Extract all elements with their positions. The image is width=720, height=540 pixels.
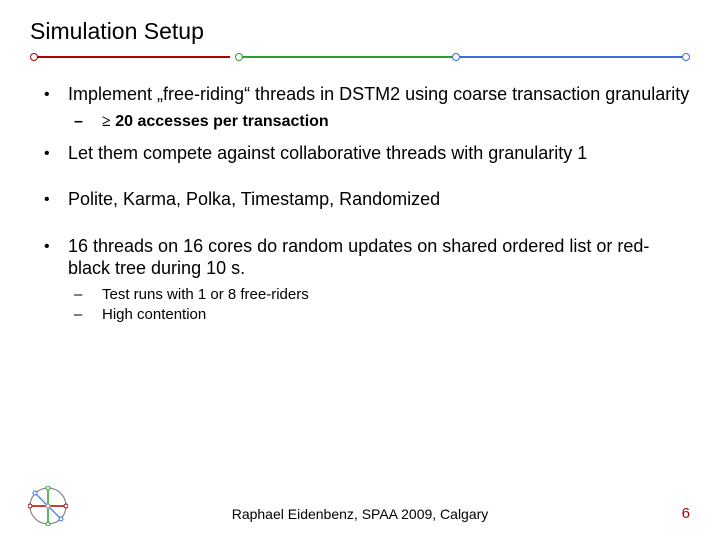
content: • Implement „free-riding“ threads in DST… [30, 83, 690, 325]
slide-title: Simulation Setup [30, 18, 690, 45]
divider-seg-red [32, 56, 230, 58]
bullet-text: 16 threads on 16 cores do random updates… [68, 235, 690, 280]
bullet-4-sub-1: – Test runs with 1 or 8 free-riders [74, 286, 690, 305]
bullet-1-sub-1: – ≥ 20 accesses per transaction [74, 112, 690, 132]
page-number: 6 [682, 505, 690, 522]
geq-symbol: ≥ [102, 113, 111, 130]
bullet-dot: • [44, 83, 68, 106]
bullet-dash: – [74, 306, 102, 325]
bullet-text: Polite, Karma, Polka, Timestamp, Randomi… [68, 188, 690, 211]
divider-node-2 [235, 53, 243, 61]
bullet-dash: – [74, 286, 102, 305]
footer-text: Raphael Eidenbenz, SPAA 2009, Calgary [0, 506, 720, 522]
bullet-dash: – [74, 112, 102, 132]
bullet-dot: • [44, 188, 68, 211]
bullet-text: ≥ 20 accesses per transaction [102, 112, 690, 132]
divider-node-1 [30, 53, 38, 61]
bullet-2: • Let them compete against collaborative… [44, 142, 690, 165]
bullet-text: Implement „free-riding“ threads in DSTM2… [68, 83, 690, 106]
bullet-1: • Implement „free-riding“ threads in DST… [44, 83, 690, 106]
bullet-dot: • [44, 142, 68, 165]
sub-text: 20 accesses per transaction [111, 113, 329, 130]
divider-seg-green [241, 56, 459, 58]
slide: Simulation Setup • Implement „free-ridin… [0, 0, 720, 540]
divider-seg-blue [459, 56, 683, 58]
bullet-text: High contention [102, 306, 690, 325]
bullet-4-sub-2: – High contention [74, 306, 690, 325]
divider-node-3 [452, 53, 460, 61]
bullet-dot: • [44, 235, 68, 280]
bullet-text: Test runs with 1 or 8 free-riders [102, 286, 690, 305]
bullet-text: Let them compete against collaborative t… [68, 142, 690, 165]
bullet-4: • 16 threads on 16 cores do random updat… [44, 235, 690, 280]
divider [30, 51, 690, 65]
divider-node-4 [682, 53, 690, 61]
bullet-3: • Polite, Karma, Polka, Timestamp, Rando… [44, 188, 690, 211]
